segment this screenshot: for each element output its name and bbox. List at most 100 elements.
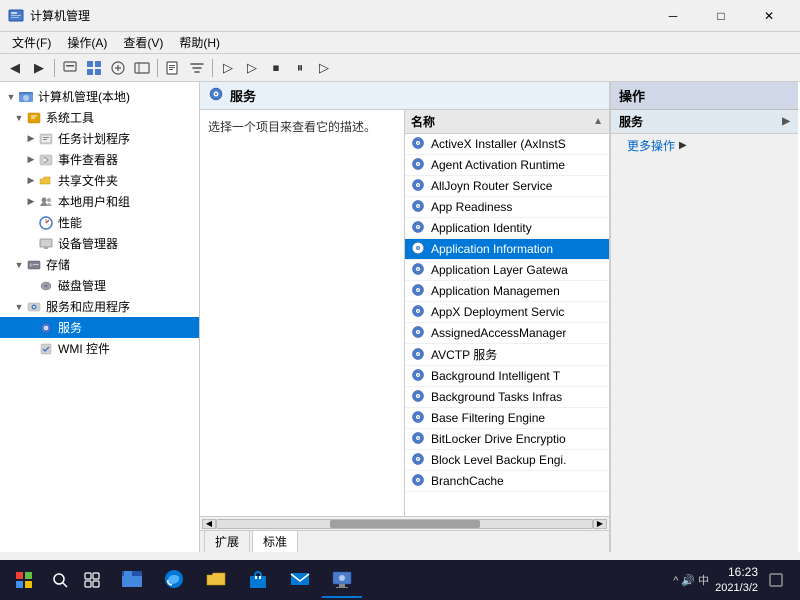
taskbar-app-mail[interactable] xyxy=(280,562,320,598)
service-row-icon xyxy=(411,262,427,278)
service-row[interactable]: AllJoyn Router Service xyxy=(405,176,609,197)
task-view-button[interactable] xyxy=(76,564,108,596)
tab-expand[interactable]: 扩展 xyxy=(204,530,250,552)
toolbar-btn3[interactable] xyxy=(107,57,129,79)
service-row-name: Background Tasks Infras xyxy=(431,390,562,404)
service-row[interactable]: Application Identity xyxy=(405,218,609,239)
actions-subheader: 服务 ▶ xyxy=(611,110,798,134)
taskbar-app-store[interactable] xyxy=(238,562,278,598)
tree-root[interactable]: ▼ 计算机管理(本地) xyxy=(0,86,199,107)
service-row[interactable]: AppX Deployment Servic xyxy=(405,302,609,323)
service-row[interactable]: Application Information xyxy=(405,239,609,260)
service-row[interactable]: Background Tasks Infras xyxy=(405,387,609,408)
service-row[interactable]: BranchCache xyxy=(405,471,609,492)
tree-performance[interactable]: 性能 xyxy=(0,212,199,233)
service-row[interactable]: Base Filtering Engine xyxy=(405,408,609,429)
tree-device-mgr[interactable]: 设备管理器 xyxy=(0,233,199,254)
tree-disk-mgr[interactable]: 磁盘管理 xyxy=(0,275,199,296)
perf-icon xyxy=(38,215,54,231)
notification-button[interactable] xyxy=(764,568,788,592)
service-row[interactable]: BitLocker Drive Encryptio xyxy=(405,429,609,450)
service-row-name: Background Intelligent T xyxy=(431,369,560,383)
service-row[interactable]: Block Level Backup Engi. xyxy=(405,450,609,471)
menu-help[interactable]: 帮助(H) xyxy=(171,32,228,53)
more-actions-arrow: ▶ xyxy=(679,140,687,151)
toolbar-play3[interactable]: ▷ xyxy=(313,57,335,79)
device-mgr-label: 设备管理器 xyxy=(58,235,118,252)
svc-apps-icon xyxy=(26,299,42,315)
middle-header-title: 服务 xyxy=(230,86,256,105)
service-row[interactable]: Application Layer Gatewa xyxy=(405,260,609,281)
service-row[interactable]: ActiveX Installer (AxInstS xyxy=(405,134,609,155)
wmi-expand-icon xyxy=(24,342,38,356)
tree-services[interactable]: 服务 xyxy=(0,317,199,338)
menu-file[interactable]: 文件(F) xyxy=(4,32,59,53)
toolbar-play[interactable]: ▷ xyxy=(217,57,239,79)
tree-services-apps[interactable]: ▼ 服务和应用程序 xyxy=(0,296,199,317)
toolbar-btn2[interactable] xyxy=(83,57,105,79)
toolbar-play2[interactable]: ▷ xyxy=(241,57,263,79)
shared-expand-icon: ▶ xyxy=(24,174,38,188)
service-row[interactable]: Application Managemen xyxy=(405,281,609,302)
users-icon xyxy=(38,194,54,210)
taskbar-clock[interactable]: 16:23 2021/3/2 xyxy=(715,564,758,596)
root-icon xyxy=(18,89,34,105)
subheader-arrow-icon: ▶ xyxy=(782,116,790,127)
system-tray-icons[interactable]: ^ 🔊 中 xyxy=(673,572,709,588)
task-sched-label: 任务计划程序 xyxy=(58,130,130,147)
services-icon xyxy=(38,320,54,336)
service-row[interactable]: AVCTP 服务 xyxy=(405,344,609,366)
menu-action[interactable]: 操作(A) xyxy=(59,32,115,53)
tree-task-sched[interactable]: ▶ 任务计划程序 xyxy=(0,128,199,149)
service-row-name: AppX Deployment Servic xyxy=(431,305,564,319)
scroll-left-btn[interactable]: ◀ xyxy=(202,519,216,529)
taskbar-app-edge[interactable] xyxy=(154,562,194,598)
middle-content-area: 选择一个项目来查看它的描述。 名称 ▲ ActiveX Installer (A… xyxy=(200,110,609,516)
service-row[interactable]: App Readiness xyxy=(405,197,609,218)
tree-shared-folders[interactable]: ▶ 共享文件夹 xyxy=(0,170,199,191)
tree-event-viewer[interactable]: ▶ 事件查看器 xyxy=(0,149,199,170)
toolbar-filter[interactable] xyxy=(186,57,208,79)
tab-standard[interactable]: 标准 xyxy=(252,530,298,552)
event-icon xyxy=(38,152,54,168)
toolbar-up[interactable] xyxy=(59,57,81,79)
horizontal-scrollbar-area[interactable]: ◀ ▶ xyxy=(200,516,609,530)
taskbar-search-button[interactable] xyxy=(44,564,76,596)
horizontal-scrollbar[interactable] xyxy=(216,519,593,529)
taskbar-app-files[interactable] xyxy=(196,562,236,598)
close-button[interactable]: ✕ xyxy=(746,1,792,31)
toolbar-forward[interactable]: ▶ xyxy=(28,57,50,79)
service-row-name: Application Identity xyxy=(431,221,532,235)
toolbar-sep-1 xyxy=(54,59,55,77)
actions-subheader-label: 服务 xyxy=(619,113,643,130)
tree-storage[interactable]: ▼ 存储 xyxy=(0,254,199,275)
tree-wmi[interactable]: WMI 控件 xyxy=(0,338,199,359)
taskbar-app-explorer[interactable] xyxy=(112,562,152,598)
services-col-header: 名称 ▲ xyxy=(405,110,609,134)
service-row[interactable]: Background Intelligent T xyxy=(405,366,609,387)
services-list[interactable]: 名称 ▲ ActiveX Installer (AxInstS Agent Ac… xyxy=(405,110,609,516)
toolbar-pause[interactable]: ⏸ xyxy=(289,57,311,79)
service-row-icon xyxy=(411,178,427,194)
scrollbar-thumb[interactable] xyxy=(330,520,480,528)
service-row[interactable]: Agent Activation Runtime xyxy=(405,155,609,176)
menu-view[interactable]: 查看(V) xyxy=(115,32,171,53)
service-row-icon xyxy=(411,199,427,215)
minimize-button[interactable]: ─ xyxy=(650,1,696,31)
service-row-icon xyxy=(411,452,427,468)
taskbar-app-compmgmt[interactable] xyxy=(322,562,362,598)
toolbar-back[interactable]: ◀ xyxy=(4,57,26,79)
start-button[interactable] xyxy=(4,562,44,598)
main-window: 计算机管理 ─ □ ✕ 文件(F) 操作(A) 查看(V) 帮助(H) ◀ ▶ xyxy=(0,0,800,560)
toolbar-btn4[interactable] xyxy=(131,57,153,79)
maximize-button[interactable]: □ xyxy=(698,1,744,31)
toolbar-export[interactable] xyxy=(162,57,184,79)
scroll-right-btn[interactable]: ▶ xyxy=(593,519,607,529)
toolbar-stop[interactable]: ⏹ xyxy=(265,57,287,79)
tree-sys-tools[interactable]: ▼ 系统工具 xyxy=(0,107,199,128)
service-row[interactable]: AssignedAccessManager xyxy=(405,323,609,344)
device-icon xyxy=(38,236,54,252)
service-row-icon xyxy=(411,220,427,236)
tree-local-users[interactable]: ▶ 本地用户和组 xyxy=(0,191,199,212)
more-actions-item[interactable]: 更多操作 ▶ xyxy=(611,134,798,157)
